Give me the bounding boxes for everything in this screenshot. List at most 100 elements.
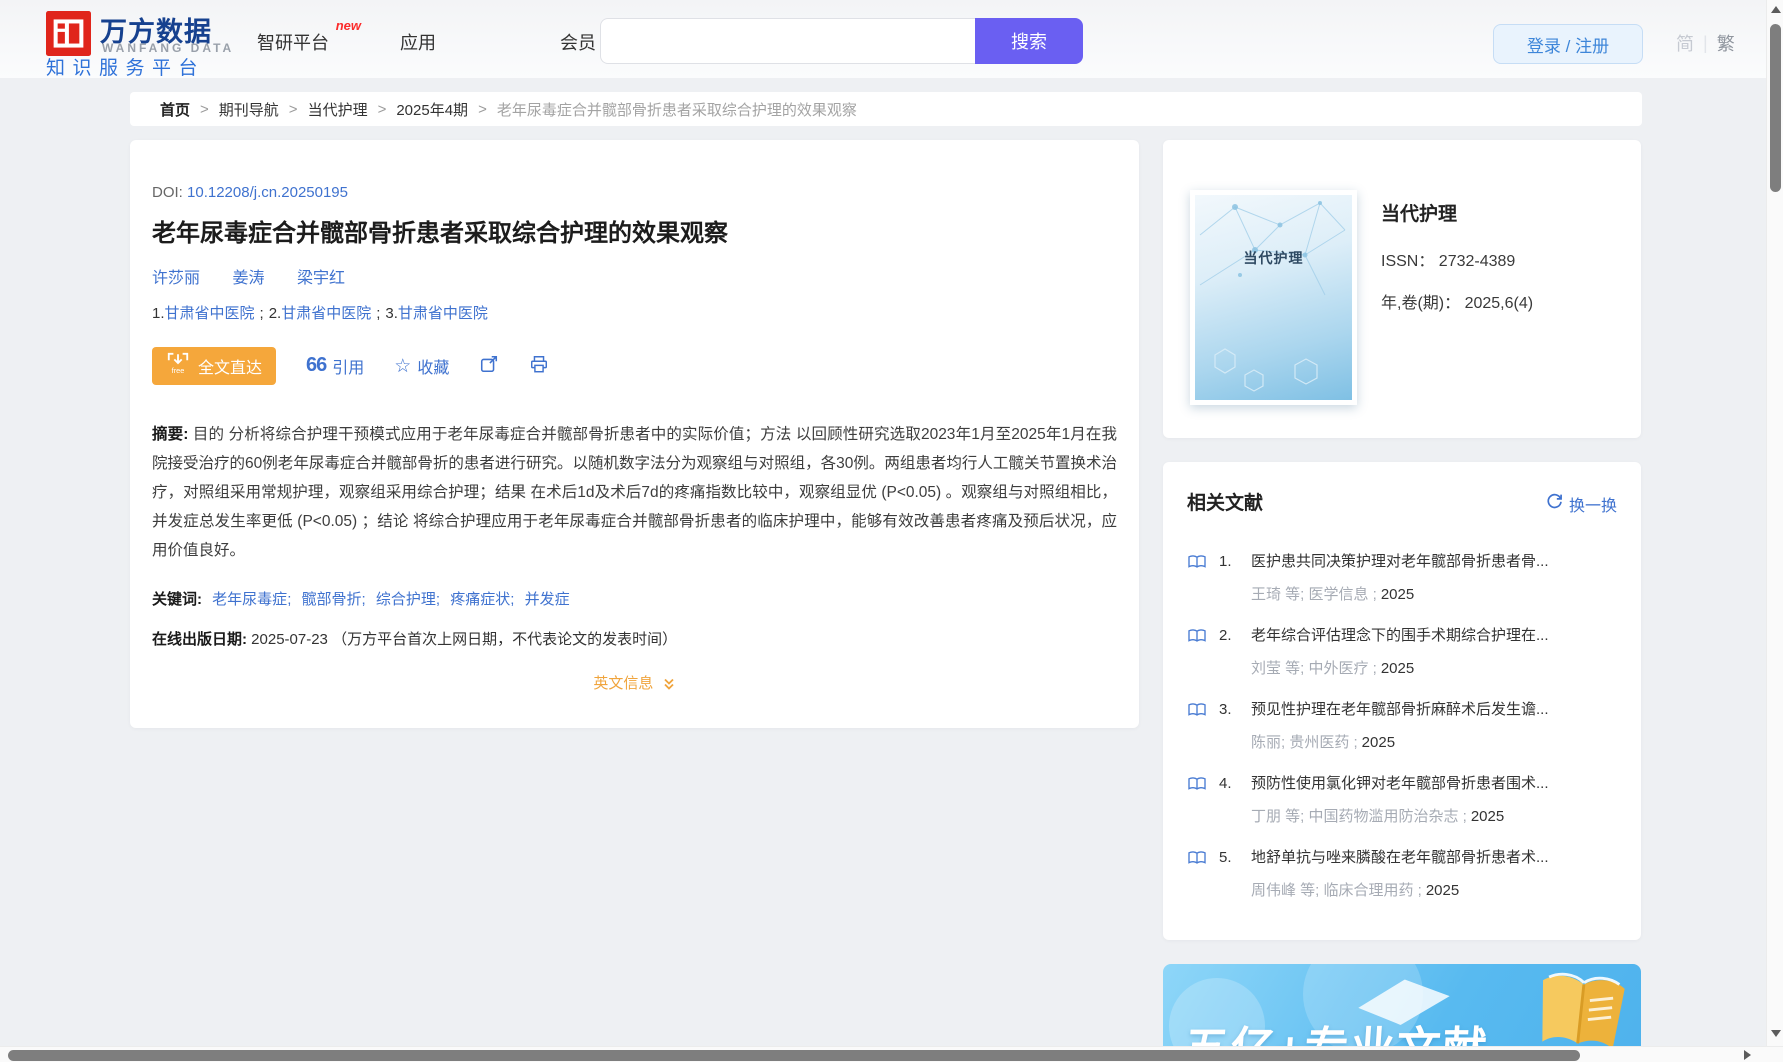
horizontal-scrollbar-thumb[interactable]	[8, 1049, 1580, 1061]
vertical-scrollbar[interactable]	[1766, 0, 1783, 1046]
related-item-meta: 丁朋 等; 中国药物滥用防治杂志 ; 2025	[1251, 808, 1505, 825]
book-icon	[1187, 702, 1207, 723]
brand-tagline: 知识服务平台	[46, 58, 206, 79]
related-item-meta: 周伟峰 等; 临床合理用药 ; 2025	[1251, 882, 1460, 899]
abstract-text: 目的 分析将综合护理干预模式应用于老年尿毒症合并髋部骨折患者中的实际价值；方法 …	[152, 426, 1117, 559]
print-button[interactable]	[529, 354, 549, 379]
search-button[interactable]: 搜索	[975, 18, 1083, 64]
related-item-number: 4.	[1219, 775, 1232, 792]
svg-text:free: free	[172, 366, 185, 375]
online-date-note: （万方平台首次上网日期，不代表论文的发表时间）	[332, 631, 678, 648]
breadcrumb-separator: >	[478, 100, 487, 118]
fulltext-button[interactable]: free 全文直达	[152, 347, 277, 385]
nav-item-zhiyan-platform[interactable]: 智研平台 new	[257, 18, 361, 55]
breadcrumb-separator: >	[200, 100, 209, 118]
doi-label: DOI:	[152, 184, 183, 201]
scrollbar-down-arrow-icon[interactable]	[1771, 1030, 1781, 1037]
cite-button[interactable]: 66 引用	[306, 354, 364, 378]
breadcrumb: 首页 > 期刊导航 > 当代护理 > 2025年4期 > 老年尿毒症合并髋部骨折…	[130, 92, 1642, 126]
scrollbar-right-arrow-icon[interactable]	[1744, 1050, 1751, 1060]
breadcrumb-item-journal-nav[interactable]: 期刊导航	[219, 99, 279, 120]
issue-label: 年,卷(期)：	[1381, 295, 1465, 312]
login-register-button[interactable]: 登录 / 注册	[1493, 24, 1643, 64]
article-card: DOI: 10.12208/j.cn.20250195 老年尿毒症合并髋部骨折患…	[130, 140, 1139, 728]
affiliation-link[interactable]: 甘肃省中医院	[398, 305, 488, 322]
share-button[interactable]	[479, 354, 499, 379]
keyword-link[interactable]: 髋部骨折	[302, 591, 362, 608]
keyword-separator: ;	[361, 591, 366, 608]
journal-issn-row: ISSN： 2732-4389	[1381, 252, 1533, 272]
related-item-year: 2025	[1425, 882, 1460, 899]
lang-simplified[interactable]: 简	[1676, 30, 1694, 56]
related-item-meta: 陈丽; 贵州医药 ; 2025	[1251, 734, 1396, 751]
journal-cover: 当代护理	[1190, 190, 1357, 405]
lang-traditional[interactable]: 繁	[1717, 30, 1735, 56]
journal-cover-title: 当代护理	[1243, 250, 1304, 267]
breadcrumb-item-issue[interactable]: 2025年4期	[396, 99, 468, 120]
keywords-row: 关键词: 老年尿毒症; 髋部骨折; 综合护理; 疼痛症状; 并发症	[152, 589, 1117, 610]
share-icon	[479, 354, 499, 379]
nav-item-applications[interactable]: 应用	[400, 29, 436, 55]
related-item-meta: 刘莹 等; 中外医疗 ; 2025	[1251, 660, 1415, 677]
lang-divider: |	[1703, 32, 1708, 53]
issn-value: 2732-4389	[1438, 253, 1516, 270]
breadcrumb-item-journal[interactable]: 当代护理	[308, 99, 368, 120]
author-link[interactable]: 姜涛	[232, 270, 264, 287]
refresh-button[interactable]: 换一换	[1546, 492, 1617, 516]
keywords-label: 关键词:	[152, 591, 202, 608]
book-icon	[1187, 628, 1207, 649]
doi-link[interactable]: 10.12208/j.cn.20250195	[187, 184, 348, 201]
journal-card: 当代护理 当代护理 ISSN： 2732-4389 年,卷(期)： 2025,6…	[1163, 140, 1641, 438]
issue-value: 2025,6(4)	[1464, 295, 1534, 312]
keyword-link[interactable]: 综合护理	[376, 591, 436, 608]
related-item-meta: 王琦 等; 医学信息 ; 2025	[1251, 586, 1415, 603]
journal-issue-row: 年,卷(期)： 2025,6(4)	[1381, 294, 1533, 314]
search-input[interactable]	[600, 18, 975, 64]
article-actions: free 全文直达 66 引用 ☆ 收藏	[152, 346, 1117, 386]
related-item-title[interactable]: 地舒单抗与唑来膦酸在老年髋部骨折患者术...	[1251, 848, 1617, 868]
keyword-separator: ;	[435, 591, 441, 608]
site-header: 万方数据 WANFANG DATA 知识服务平台 智研平台 new 应用 会员 …	[0, 0, 1783, 79]
related-item-title[interactable]: 老年综合评估理念下的围手术期综合护理在...	[1251, 626, 1617, 646]
related-item: 5. 地舒单抗与唑来膦酸在老年髋部骨折患者术... 周伟峰 等; 临床合理用药 …	[1163, 848, 1641, 922]
affiliation-link[interactable]: 甘肃省中医院	[165, 305, 255, 322]
affiliation-separator: ;	[376, 305, 381, 322]
book-icon	[1187, 850, 1207, 871]
related-literature-card: 相关文献 换一换 1. 医护患共同决策护理对老年髋部骨折患者骨... 王琦 等;…	[1163, 462, 1641, 940]
breadcrumb-current: 老年尿毒症合并髋部骨折患者采取综合护理的效果观察	[496, 101, 857, 119]
related-item-title[interactable]: 医护患共同决策护理对老年髋部骨折患者骨...	[1251, 552, 1617, 572]
site-logo[interactable]: 万方数据 WANFANG DATA 知识服务平台	[46, 10, 276, 79]
wanfang-logo-icon	[46, 11, 91, 56]
keyword-separator: ;	[287, 591, 292, 608]
related-item: 1. 医护患共同决策护理对老年髋部骨折患者骨... 王琦 等; 医学信息 ; 20…	[1163, 552, 1641, 626]
author-link[interactable]: 梁宇红	[297, 270, 345, 287]
download-free-icon: free	[166, 352, 190, 381]
cover-network-pattern	[1199, 201, 1346, 392]
favorite-button[interactable]: ☆ 收藏	[394, 354, 449, 378]
keyword-link[interactable]: 老年尿毒症	[212, 591, 287, 608]
breadcrumb-item-home[interactable]: 首页	[160, 99, 190, 120]
book-icon	[1187, 776, 1207, 797]
horizontal-scrollbar[interactable]	[0, 1046, 1783, 1062]
star-icon: ☆	[394, 355, 412, 377]
keyword-link[interactable]: 并发症	[525, 591, 570, 608]
affiliation-link[interactable]: 甘肃省中医院	[281, 305, 371, 322]
vertical-scrollbar-thumb[interactable]	[1770, 24, 1781, 192]
author-link[interactable]: 许莎丽	[152, 270, 200, 287]
language-toggle: 简 | 繁	[1676, 30, 1735, 56]
breadcrumb-separator: >	[377, 100, 387, 118]
book-icon	[1187, 554, 1207, 575]
related-item: 2. 老年综合评估理念下的围手术期综合护理在... 刘莹 等; 中外医疗 ; 20…	[1163, 626, 1641, 700]
related-item-year: 2025	[1361, 734, 1396, 751]
abstract: 摘要: 目的 分析将综合护理干预模式应用于老年尿毒症合并髋部骨折患者中的实际价值…	[152, 420, 1117, 565]
nav-item-membership[interactable]: 会员	[560, 29, 596, 55]
scrollbar-up-arrow-icon[interactable]	[1771, 6, 1781, 13]
related-item-number: 1.	[1219, 553, 1232, 570]
related-item-title[interactable]: 预见性护理在老年髋部骨折麻醉术后发生谵...	[1251, 700, 1617, 720]
related-item-year: 2025	[1470, 808, 1505, 825]
keyword-link[interactable]: 疼痛症状	[450, 591, 510, 608]
english-info-toggle[interactable]: 英文信息	[152, 672, 1117, 693]
online-date-value: 2025-07-23	[251, 631, 328, 648]
article-title: 老年尿毒症合并髋部骨折患者采取综合护理的效果观察	[152, 220, 728, 247]
related-item-title[interactable]: 预防性使用氯化钾对老年髋部骨折患者围术...	[1251, 774, 1617, 794]
